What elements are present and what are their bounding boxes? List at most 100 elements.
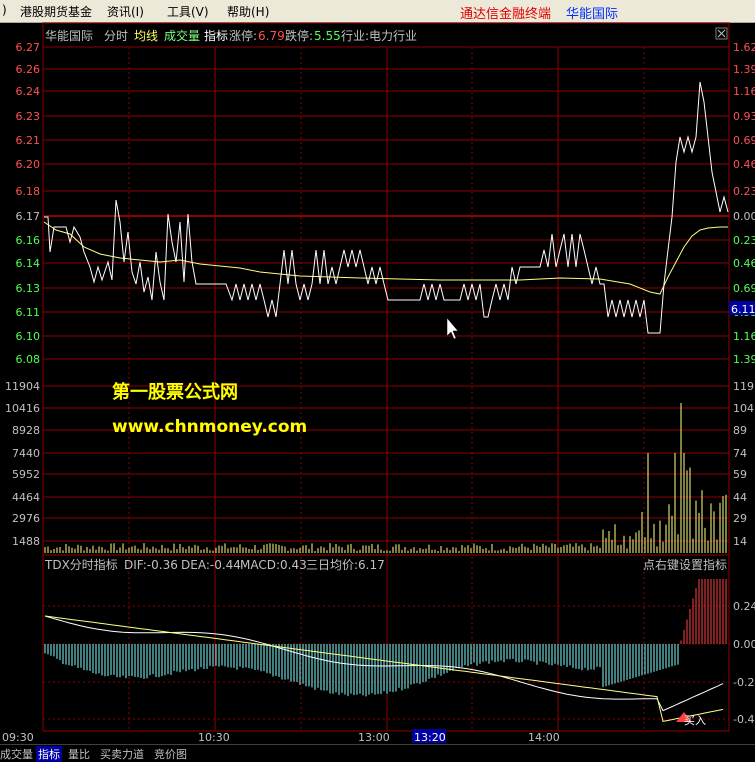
watermark-url: www.chnmoney.com <box>112 417 307 437</box>
header-stock-name: 华能国际 <box>45 29 93 43</box>
price-tick-label: 6.10 <box>16 330 41 343</box>
buy-signal-label: 买入 <box>684 714 706 727</box>
volume-axis-right: 119 104 89 74 59 44 29 14 <box>733 380 754 548</box>
industry-label: 行业:电力行业 <box>341 29 417 43</box>
bottom-tab-indicator[interactable]: 指标 <box>36 746 62 762</box>
intraday-chart-area[interactable]: 华能国际 分时 均线 成交量 指标 涨停: 6.79 跌停: 5.55 行业:电… <box>0 22 755 744</box>
limit-up-value: 6.79 <box>258 29 285 43</box>
volume-tick-label: 10416 <box>5 402 40 415</box>
volume-pct-tick-label: 59 <box>733 468 747 481</box>
tab-average-line[interactable]: 均线 <box>134 29 158 43</box>
close-icon[interactable] <box>715 27 728 40</box>
intraday-chart[interactable]: 华能国际 分时 均线 成交量 指标 涨停: 6.79 跌停: 5.55 行业:电… <box>0 22 755 744</box>
indicator-macd: MACD:0.43 <box>240 558 307 572</box>
current-price-tag: 6.11 <box>731 303 755 316</box>
pct-tick-label: 1.16 <box>733 330 755 343</box>
menu-item-hk-futures[interactable]: 港股期货基金 <box>20 3 92 20</box>
indicator-tick-label: 0.00 <box>733 638 755 651</box>
time-tick-label: 13:20 <box>414 731 446 744</box>
menu-bar: ) 港股期货基金 资讯(I) 工具(V) 帮助(H) 通达信金融终端 华能国际 <box>0 0 755 23</box>
indicator-tick-label: 0.24 <box>733 600 755 613</box>
pct-tick-label: 0.69 <box>733 282 755 295</box>
price-tick-label: 6.14 <box>16 257 41 270</box>
volume-pct-tick-label: 89 <box>733 424 747 437</box>
pct-tick-label: 1.39 <box>733 353 755 366</box>
price-tick-label: 6.13 <box>16 282 41 295</box>
bottom-tab-volume[interactable]: 成交量 <box>0 746 33 762</box>
volume-tick-label: 1488 <box>12 535 40 548</box>
volume-tick-label: 4464 <box>12 491 40 504</box>
stock-title: 华能国际 <box>566 7 619 22</box>
main-frame <box>42 22 730 556</box>
pct-tick-label: 1.39 <box>733 63 755 76</box>
volume-pct-tick-label: 104 <box>733 402 754 415</box>
limit-up-label: 涨停: <box>229 28 257 43</box>
tab-fenshi[interactable]: 分时 <box>104 29 128 43</box>
app-title: 通达信金融终端 <box>460 7 552 22</box>
volume-tick-label: 7440 <box>12 447 40 460</box>
buy-signal-marker: 买入 <box>676 712 706 727</box>
time-tick-label: 14:00 <box>528 731 560 744</box>
price-tick-label: 6.26 <box>16 63 41 76</box>
volume-pct-tick-label: 29 <box>733 512 747 525</box>
pct-tick-label: 0.46 <box>733 158 755 171</box>
indicator-settings-hint[interactable]: 点右键设置指标 <box>643 557 727 572</box>
price-tick-label: 6.18 <box>16 185 41 198</box>
pct-tick-label: 1.62 <box>733 41 755 54</box>
pct-tick-label: 0.69 <box>733 134 755 147</box>
price-tick-label: 6.24 <box>16 85 41 98</box>
indicator-tick-label: -0.4 <box>733 713 754 726</box>
limit-down-value: 5.55 <box>314 29 341 43</box>
bottom-tab-bar: 成交量 指标 量比 买卖力道 竞价图 <box>0 744 755 762</box>
price-tick-label: 6.17 <box>16 210 41 223</box>
indicator-title: TDX分时指标 <box>44 557 118 572</box>
volume-pct-tick-label: 14 <box>733 535 747 548</box>
tab-indicator[interactable]: 指标 <box>204 28 228 43</box>
bottom-tab-buy-sell-force[interactable]: 买卖力道 <box>100 746 144 762</box>
time-tick-label: 13:00 <box>358 731 390 744</box>
volume-tick-label: 11904 <box>5 380 40 393</box>
volume-tick-label: 2976 <box>12 512 40 525</box>
indicator-axis-right: 0.24 0.00 -0.2 -0.4 <box>733 600 755 726</box>
pct-tick-label: 1.16 <box>733 85 755 98</box>
menu-left-fragment: ) <box>2 3 7 17</box>
indicator-dif: DIF:-0.36 <box>124 558 178 572</box>
price-tick-label: 6.21 <box>16 134 41 147</box>
tab-volume[interactable]: 成交量 <box>164 28 200 43</box>
volume-pct-tick-label: 44 <box>733 491 747 504</box>
bottom-tab-auction[interactable]: 竞价图 <box>154 746 187 762</box>
chart-grid <box>42 22 730 732</box>
menu-item-news[interactable]: 资讯(I) <box>107 3 144 20</box>
indicator-dea: DEA:-0.44 <box>181 558 241 572</box>
volume-pct-tick-label: 119 <box>733 380 754 393</box>
indicator-frame <box>42 554 730 732</box>
price-tick-label: 6.08 <box>16 353 41 366</box>
pct-tick-label: 0.46 <box>733 257 755 270</box>
indicator-tick-label: -0.2 <box>733 676 754 689</box>
limit-down-label: 跌停: <box>285 28 313 43</box>
pct-tick-label: 0.23 <box>733 234 755 247</box>
volume-tick-label: 8928 <box>12 424 40 437</box>
volume-pct-tick-label: 74 <box>733 447 747 460</box>
pct-tick-label: 0.00 <box>733 210 755 223</box>
indicator-avg3: 三日均价:6.17 <box>306 558 385 572</box>
price-tick-label: 6.27 <box>16 41 41 54</box>
price-axis-right: 1.62 1.39 1.16 0.93 0.69 0.46 0.23 0.00 0.23 0.46… <box>733 41 755 366</box>
bottom-tab-volume-ratio[interactable]: 量比 <box>68 746 90 762</box>
time-tick-label: 09:30 <box>2 731 34 744</box>
menu-item-tools[interactable]: 工具(V) <box>167 3 209 20</box>
pct-tick-label: 0.23 <box>733 185 755 198</box>
price-line <box>44 81 729 334</box>
volume-axis-left: 11904 10416 8928 7440 5952 4464 2976 1488 <box>5 380 40 548</box>
price-tick-label: 6.11 <box>16 306 41 319</box>
watermark-title: 第一股票公式网 <box>112 381 238 403</box>
pct-tick-label: 0.93 <box>733 110 755 123</box>
price-axis-left: 6.27 6.26 6.24 6.23 6.21 6.20 6.18 6.17 6.16 6.14… <box>16 41 41 366</box>
price-tick-label: 6.20 <box>16 158 41 171</box>
price-tick-label: 6.16 <box>16 234 41 247</box>
price-tick-label: 6.23 <box>16 110 41 123</box>
menu-item-help[interactable]: 帮助(H) <box>227 3 269 20</box>
macd-histogram <box>44 579 727 697</box>
time-tick-label: 10:30 <box>198 731 230 744</box>
volume-tick-label: 5952 <box>12 468 40 481</box>
